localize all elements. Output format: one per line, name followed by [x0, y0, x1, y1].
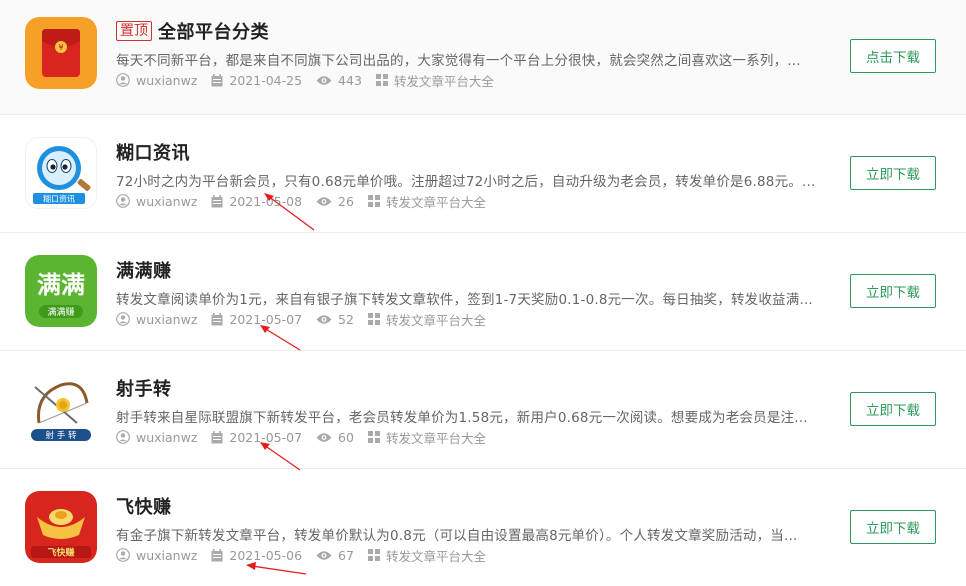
grid-icon	[375, 74, 388, 86]
post-date: 2021-05-08	[229, 193, 303, 209]
download-button[interactable]: 立即下载	[850, 510, 936, 544]
grid-icon	[367, 431, 380, 443]
item-meta: wuxianwz 2021-05-07 60 转发文章平台大全	[116, 428, 500, 447]
item-title[interactable]: 糊口资讯	[116, 139, 190, 165]
svg-text:满满: 满满	[37, 271, 85, 299]
eye-icon	[316, 314, 332, 325]
item-title-row: 飞快赚	[116, 493, 172, 519]
view-count: 26	[338, 193, 354, 209]
download-button[interactable]: 立即下载	[850, 392, 936, 426]
bow-arrow-icon[interactable]: 射 手 转	[25, 373, 97, 445]
red-envelope-icon[interactable]: ¥	[25, 17, 97, 89]
gold-ingot-icon[interactable]: 飞快赚	[25, 491, 97, 563]
calendar-icon	[211, 73, 223, 87]
item-description: 射手转来自星际联盟旗下新转发平台，老会员转发单价为1.58元，新用户0.68元一…	[116, 410, 808, 426]
item-meta: wuxianwz 2021-04-25 443 转发文章平台大全	[116, 71, 508, 90]
item-title[interactable]: 射手转	[116, 375, 172, 401]
item-title[interactable]: 飞快赚	[116, 493, 172, 519]
calendar-icon	[211, 430, 223, 444]
post-date: 2021-05-06	[229, 547, 303, 563]
item-meta: wuxianwz 2021-05-08 26 转发文章平台大全	[116, 192, 500, 211]
calendar-icon	[211, 548, 223, 562]
calendar-icon	[211, 194, 223, 208]
item-meta: wuxianwz 2021-05-07 52 转发文章平台大全	[116, 310, 500, 329]
author-name[interactable]: wuxianwz	[136, 73, 197, 88]
article-list: ¥ 置顶 全部平台分类 每天不同新平台，都是来自不同旗下公司出品的，大家觉得有一…	[0, 0, 966, 586]
eye-icon	[316, 75, 332, 86]
view-count: 67	[338, 547, 354, 563]
item-description: 每天不同新平台，都是来自不同旗下公司出品的，大家觉得有一个平台上分很快，就会突然…	[116, 53, 801, 69]
user-circle-icon	[116, 73, 130, 87]
view-count: 443	[338, 72, 362, 88]
item-title-row: 置顶 全部平台分类	[116, 18, 269, 44]
svg-text:飞快赚: 飞快赚	[47, 547, 74, 559]
eye-icon	[316, 550, 332, 561]
download-button[interactable]: 立即下载	[850, 274, 936, 308]
category-link[interactable]: 转发文章平台大全	[394, 71, 494, 90]
magnifier-mascot-icon[interactable]: 糊口资讯	[25, 137, 97, 209]
category-link[interactable]: 转发文章平台大全	[386, 192, 486, 211]
svg-text:射 手 转: 射 手 转	[46, 430, 77, 441]
download-button[interactable]: 点击下载	[850, 39, 936, 73]
item-description: 转发文章阅读单价为1元，来自有银子旗下转发文章软件，签到1-7天奖励0.1-0.…	[116, 292, 813, 308]
user-circle-icon	[116, 548, 130, 562]
svg-text:满满赚: 满满赚	[47, 306, 74, 318]
user-circle-icon	[116, 312, 130, 326]
download-button[interactable]: 立即下载	[850, 156, 936, 190]
list-item: 飞快赚 飞快赚 有金子旗下新转发文章平台，转发单价默认为0.8元（可以自由设置最…	[0, 469, 966, 586]
list-item: 射 手 转 射手转 射手转来自星际联盟旗下新转发平台，老会员转发单价为1.58元…	[0, 351, 966, 469]
post-date: 2021-05-07	[229, 311, 303, 327]
category-link[interactable]: 转发文章平台大全	[386, 310, 486, 329]
calendar-icon	[211, 312, 223, 326]
list-item: 满满 满满赚 满满赚 转发文章阅读单价为1元，来自有银子旗下转发文章软件，签到1…	[0, 233, 966, 351]
category-link[interactable]: 转发文章平台大全	[386, 546, 486, 565]
author-name[interactable]: wuxianwz	[136, 312, 197, 327]
user-circle-icon	[116, 430, 130, 444]
item-description: 72小时之内为平台新会员，只有0.68元单价哦。注册超过72小时之后，自动升级为…	[116, 174, 816, 190]
author-name[interactable]: wuxianwz	[136, 548, 197, 563]
item-title[interactable]: 满满赚	[116, 257, 172, 283]
category-link[interactable]: 转发文章平台大全	[386, 428, 486, 447]
eye-icon	[316, 196, 332, 207]
item-title-row: 射手转	[116, 375, 172, 401]
manmanzhuan-logo-icon[interactable]: 满满 满满赚	[25, 255, 97, 327]
post-date: 2021-05-07	[229, 429, 303, 445]
item-title-row: 满满赚	[116, 257, 172, 283]
eye-icon	[316, 432, 332, 443]
svg-text:糊口资讯: 糊口资讯	[43, 194, 75, 204]
item-title[interactable]: 全部平台分类	[158, 18, 269, 44]
author-name[interactable]: wuxianwz	[136, 430, 197, 445]
item-meta: wuxianwz 2021-05-06 67 转发文章平台大全	[116, 546, 500, 565]
svg-text:¥: ¥	[58, 43, 63, 52]
item-title-row: 糊口资讯	[116, 139, 190, 165]
grid-icon	[367, 195, 380, 207]
grid-icon	[367, 549, 380, 561]
user-circle-icon	[116, 194, 130, 208]
list-item: ¥ 置顶 全部平台分类 每天不同新平台，都是来自不同旗下公司出品的，大家觉得有一…	[0, 0, 966, 115]
view-count: 52	[338, 311, 354, 327]
grid-icon	[367, 313, 380, 325]
list-item: 糊口资讯 糊口资讯 72小时之内为平台新会员，只有0.68元单价哦。注册超过72…	[0, 115, 966, 233]
pin-badge: 置顶	[116, 21, 152, 41]
item-description: 有金子旗下新转发文章平台，转发单价默认为0.8元（可以自由设置最高8元单价）。个…	[116, 528, 798, 544]
post-date: 2021-04-25	[229, 72, 303, 88]
author-name[interactable]: wuxianwz	[136, 194, 197, 209]
view-count: 60	[338, 429, 354, 445]
